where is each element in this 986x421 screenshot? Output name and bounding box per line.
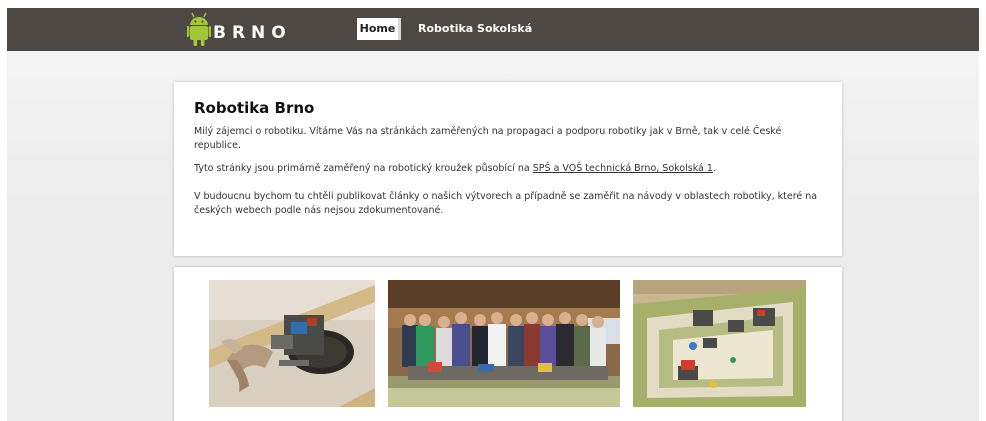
- photo-gallery-card: [174, 267, 842, 421]
- photo-robot-closeup[interactable]: [209, 280, 375, 407]
- intro-paragraph-3: V budoucnu bychom tu chtěli publikovat č…: [194, 191, 818, 216]
- android-logo-icon: [187, 12, 211, 46]
- page: BRNO Home Robotika Sokolská Robotika Brn…: [7, 8, 979, 421]
- photo-robot-arena[interactable]: [633, 280, 806, 407]
- page-title: Robotika Brno: [194, 99, 315, 117]
- logo-text: BRNO: [213, 23, 292, 43]
- school-link[interactable]: SPŠ a VOŠ technická Brno, Sokolská 1: [533, 163, 713, 174]
- photo-team-group[interactable]: [388, 280, 620, 407]
- top-navigation-bar: BRNO Home Robotika Sokolská: [7, 8, 979, 51]
- nav-home-tab[interactable]: Home: [357, 18, 401, 40]
- intro-paragraph-2-end: .: [712, 163, 716, 174]
- intro-paragraph-2: Tyto stránky jsou primárně zaměřený na r…: [194, 162, 824, 176]
- nav-robotika-sokolska-tab[interactable]: Robotika Sokolská: [418, 18, 532, 40]
- site-logo[interactable]: BRNO: [187, 12, 297, 48]
- intro-card: Robotika Brno Milý zájemci o robotiku. V…: [174, 82, 842, 256]
- intro-paragraph-2-text: Tyto stránky jsou primárně zaměřený na r…: [194, 163, 533, 174]
- intro-paragraph-1: Milý zájemci o robotiku. Vítáme Vás na s…: [194, 126, 782, 151]
